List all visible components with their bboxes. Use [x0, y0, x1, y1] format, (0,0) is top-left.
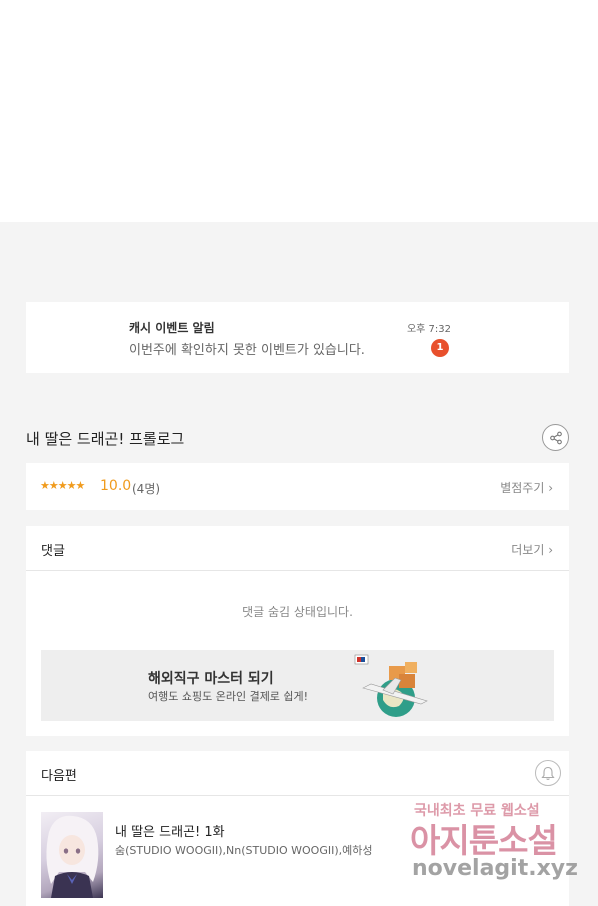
- ad-banner[interactable]: 해외직구 마스터 되기 여행도 쇼핑도 온라인 결제로 쉽게!: [41, 650, 554, 721]
- top-blank-area: [0, 0, 598, 222]
- comments-title: 댓글: [41, 544, 65, 559]
- rating-stars: ★★★★★: [40, 479, 85, 492]
- share-icon: [549, 431, 562, 444]
- next-episode-thumbnail[interactable]: [41, 812, 103, 898]
- next-episode-authors: 숨(STUDIO WOOGII),Nn(STUDIO WOOGII),예하성: [115, 844, 373, 857]
- comments-more-link[interactable]: 더보기 ›: [511, 541, 553, 558]
- globe-airplane-icon: [354, 654, 428, 717]
- notification-time: 오후 7:32: [406, 324, 451, 335]
- notify-button[interactable]: [535, 760, 561, 786]
- rating-count: (4명): [132, 482, 161, 496]
- watermark-brand: 아지툰소설: [410, 821, 558, 860]
- comments-header: 댓글 더보기 ›: [26, 526, 569, 571]
- next-episode-title[interactable]: 내 딸은 드래곤! 1화: [115, 821, 225, 840]
- bell-icon: [541, 766, 555, 780]
- comments-hidden-message: 댓글 숨김 상태입니다.: [242, 605, 353, 619]
- notification-title: 캐시 이벤트 알림: [129, 321, 215, 335]
- ad-title: 해외직구 마스터 되기: [148, 671, 274, 687]
- notification-badge: 1: [431, 339, 449, 357]
- notification-body: 이번주에 확인하지 못한 이벤트가 있습니다.: [129, 343, 365, 358]
- ad-subtitle: 여행도 쇼핑도 온라인 결제로 쉽게!: [148, 690, 309, 703]
- comments-section: 댓글 더보기 › 댓글 숨김 상태입니다. 해외직구 마스터 되기 여행도 쇼핑…: [26, 526, 569, 736]
- episode-title: 내 딸은 드래곤! 프롤로그: [26, 430, 185, 448]
- rating-card: ★★★★★ 10.0 (4명) 별점주기 ›: [26, 463, 569, 510]
- rating-score: 10.0: [100, 478, 132, 494]
- next-episode-section-title: 다음편: [41, 769, 77, 784]
- share-button[interactable]: [542, 424, 569, 451]
- character-illustration: [46, 815, 99, 898]
- cash-event-notification[interactable]: 캐시 이벤트 알림 오후 7:32 이번주에 확인하지 못한 이벤트가 있습니다…: [26, 302, 569, 373]
- site-watermark: 국내최초 무료 웹소설 아지툰소설 novelagit.xyz: [410, 800, 590, 890]
- next-episode-header: 다음편: [26, 751, 569, 796]
- rate-button[interactable]: 별점주기 ›: [500, 479, 553, 496]
- watermark-url: novelagit.xyz: [412, 856, 578, 881]
